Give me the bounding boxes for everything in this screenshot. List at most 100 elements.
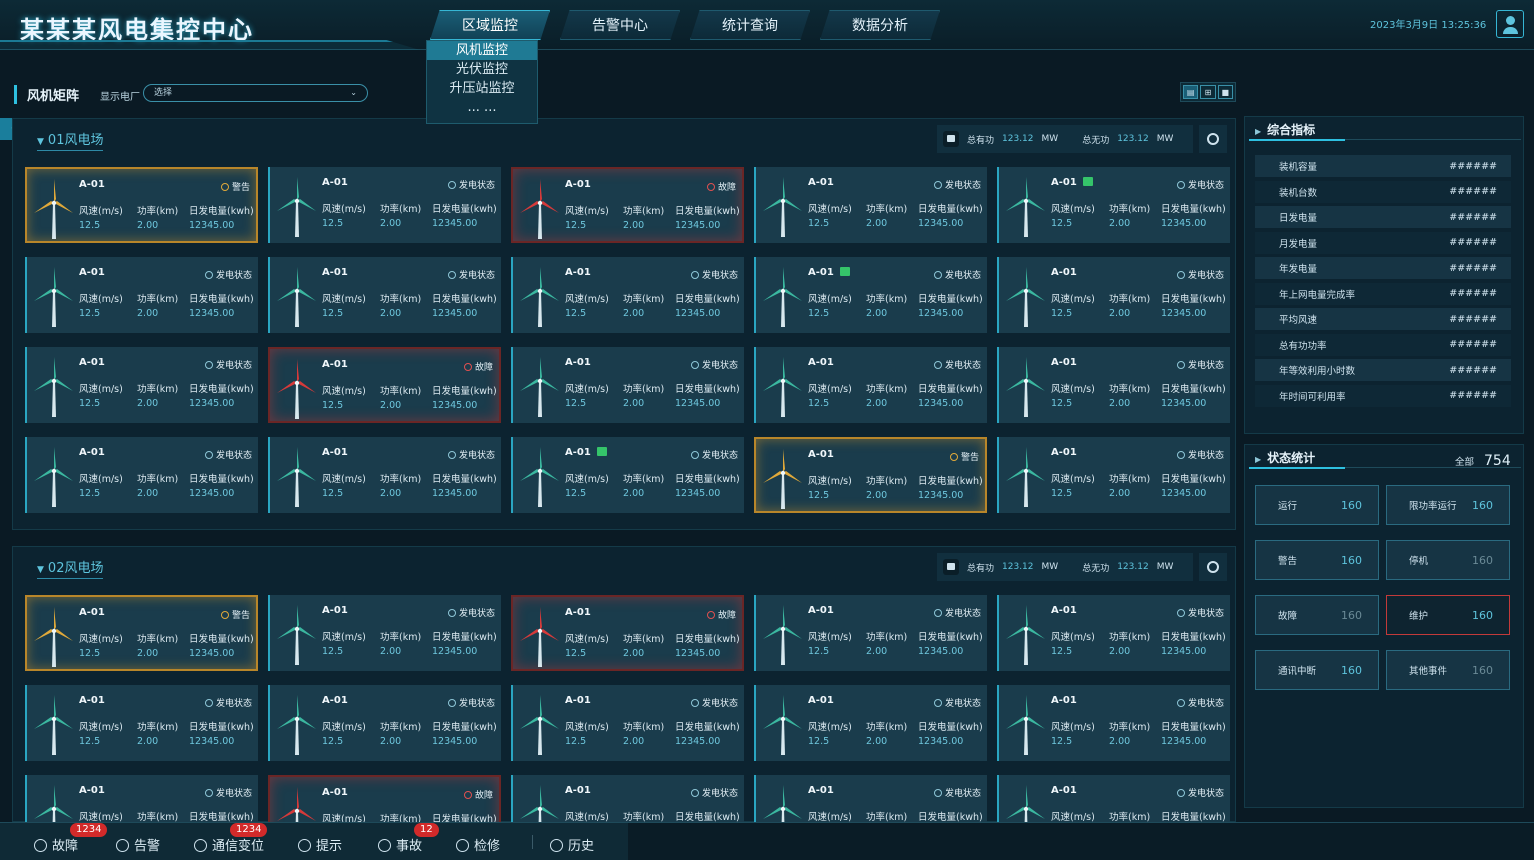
status-icon: [690, 789, 699, 797]
status-filter-button[interactable]: 通讯中断 160: [1255, 650, 1379, 690]
power-label: 功率(km): [137, 294, 179, 305]
nav-tab-region-monitor[interactable]: 区域监控: [430, 10, 550, 40]
dropdown-item-turbine-monitor[interactable]: 风机监控: [427, 41, 537, 60]
view-grid-icon[interactable]: ⊞: [1200, 85, 1216, 99]
turbine-card[interactable]: A-01 发电状态风速(m/s) 功率(km) 日发电量(kwh) 12.5 2.00 12…: [997, 167, 1230, 243]
turbine-card[interactable]: A-01 发电状态风速(m/s) 功率(km) 日发电量(kwh) 12.5 2.00 12…: [25, 437, 258, 513]
turbine-card[interactable]: A-01 发电状态风速(m/s) 功率(km) 日发电量(kwh) 12.5 2.00 12…: [997, 437, 1230, 513]
turbine-card[interactable]: A-01 发电状态风速(m/s) 功率(km) 日发电量(kwh) 12.5 2.00 12…: [268, 685, 501, 761]
farm-settings-button[interactable]: [1199, 553, 1227, 581]
nav-tab-alarm-center[interactable]: 告警中心: [560, 10, 680, 40]
bottom-tab[interactable]: 告警: [116, 835, 160, 854]
wind-turbine-icon: [33, 355, 75, 417]
turbine-card[interactable]: A-01 发电状态风速(m/s) 功率(km) 日发电量(kwh) 12.5 2.00 12…: [754, 167, 987, 243]
bottom-tab[interactable]: 历史: [550, 835, 594, 854]
power-label: 功率(km): [623, 206, 665, 217]
turbine-card[interactable]: A-01 发电状态风速(m/s) 功率(km) 日发电量(kwh) 12.5 2.00 12…: [511, 257, 744, 333]
user-icon[interactable]: [1496, 10, 1524, 38]
speed-value: 12.5: [1051, 308, 1073, 319]
turbine-card[interactable]: A-01 故障风速(m/s) 功率(km) 日发电量(kwh) 12.5 2.00 1234…: [511, 595, 744, 671]
turbine-card[interactable]: A-01 故障风速(m/s) 功率(km) 日发电量(kwh) 12.5 2.00 1234…: [268, 347, 501, 423]
turbine-name: A-01: [565, 267, 591, 278]
turbine-status: 警告: [949, 450, 979, 463]
turbine-card[interactable]: A-01 发电状态风速(m/s) 功率(km) 日发电量(kwh) 12.5 2.00 12…: [754, 685, 987, 761]
turbine-card[interactable]: A-01 发电状态风速(m/s) 功率(km) 日发电量(kwh) 12.5 2.00 12…: [997, 595, 1230, 671]
summary-panel: 综合指标 装机容量 ###### 装机台数 ###### 日发电量 ###### 月发电量 #…: [1244, 116, 1524, 434]
turbine-card[interactable]: A-01 警告 风速(m/s) 功率(km) 日发电量(kwh) 12.5 2.00 1234…: [25, 595, 258, 671]
turbine-card[interactable]: A-01 发电状态风速(m/s) 功率(km) 日发电量(kwh) 12.5 2.00 12…: [754, 595, 987, 671]
energy-label: 日发电量(kwh): [918, 384, 983, 395]
dropdown-item-substation-monitor[interactable]: 升压站监控: [427, 79, 537, 98]
turbine-card[interactable]: A-01 发电状态风速(m/s) 功率(km) 日发电量(kwh) 12.5 2.00 12…: [25, 685, 258, 761]
metric-label: 年发电量: [1279, 264, 1318, 275]
status-filter-button[interactable]: 运行 160: [1255, 485, 1379, 525]
wind-turbine-icon: [276, 357, 318, 419]
turbine-name: A-01: [808, 785, 834, 796]
speed-value: 12.5: [565, 220, 587, 231]
power-label: 功率(km): [380, 386, 422, 397]
active-power-label: 总有功: [967, 135, 995, 146]
energy-value: 12345.00: [1161, 736, 1207, 747]
turbine-card[interactable]: A-01 发电状态风速(m/s) 功率(km) 日发电量(kwh) 12.5 2.00 12…: [268, 437, 501, 513]
view-block-icon[interactable]: ■: [1217, 85, 1233, 99]
turbine-card[interactable]: A-01 发电状态风速(m/s) 功率(km) 日发电量(kwh) 12.5 2.00 12…: [268, 167, 501, 243]
farm-title[interactable]: ▼ 01风电场: [37, 129, 104, 151]
turbine-card[interactable]: A-01 警告 风速(m/s) 功率(km) 日发电量(kwh) 12.5 2.00 1234…: [754, 437, 987, 513]
dropdown-item-more[interactable]: ... ...: [427, 98, 537, 117]
power-value: 2.00: [623, 398, 645, 409]
bottom-tab[interactable]: 检修: [456, 835, 500, 854]
power-label: 功率(km): [1109, 204, 1151, 215]
turbine-card[interactable]: A-01 发电状态风速(m/s) 功率(km) 日发电量(kwh) 12.5 2.00 12…: [25, 257, 258, 333]
turbine-card[interactable]: A-01 发电状态风速(m/s) 功率(km) 日发电量(kwh) 12.5 2.00 12…: [754, 257, 987, 333]
nav-tab-data-analysis[interactable]: 数据分析: [820, 10, 940, 40]
bottom-tab[interactable]: 提示: [298, 835, 342, 854]
speed-value: 12.5: [322, 400, 344, 411]
bottom-tab[interactable]: 故障: [34, 835, 78, 854]
status-filter-button[interactable]: 维护 160: [1386, 595, 1510, 635]
status-total: 全部 754: [1455, 453, 1511, 469]
turbine-card[interactable]: A-01 发电状态风速(m/s) 功率(km) 日发电量(kwh) 12.5 2.00 12…: [511, 437, 744, 513]
turbine-card[interactable]: A-01 发电状态风速(m/s) 功率(km) 日发电量(kwh) 12.5 2.00 12…: [268, 257, 501, 333]
plant-select[interactable]: 选择 ⌄: [143, 84, 368, 102]
nav-tab-statistics[interactable]: 统计查询: [690, 10, 810, 40]
turbine-card[interactable]: A-01 警告 风速(m/s) 功率(km) 日发电量(kwh) 12.5 2.00 1234…: [25, 167, 258, 243]
turbine-name: A-01: [565, 607, 591, 618]
turbine-card[interactable]: A-01 发电状态风速(m/s) 功率(km) 日发电量(kwh) 12.5 2.00 12…: [997, 685, 1230, 761]
turbine-card[interactable]: A-01 发电状态风速(m/s) 功率(km) 日发电量(kwh) 12.5 2.00 12…: [754, 347, 987, 423]
bottom-tab[interactable]: 通信变位: [194, 835, 264, 854]
turbine-status: 发电状态: [1176, 448, 1224, 461]
status-filter-button[interactable]: 其他事件 160: [1386, 650, 1510, 690]
status-icon: [220, 611, 229, 619]
turbine-card[interactable]: A-01 发电状态风速(m/s) 功率(km) 日发电量(kwh) 12.5 2.00 12…: [25, 347, 258, 423]
status-filter-button[interactable]: 限功率运行 160: [1386, 485, 1510, 525]
metric-row: 年时间可利用率 ######: [1255, 384, 1511, 407]
turbine-card[interactable]: A-01 发电状态风速(m/s) 功率(km) 日发电量(kwh) 12.5 2.00 12…: [997, 257, 1230, 333]
speed-label: 风速(m/s): [322, 204, 366, 215]
turbine-card[interactable]: A-01 发电状态风速(m/s) 功率(km) 日发电量(kwh) 12.5 2.00 12…: [997, 347, 1230, 423]
status-filter-button[interactable]: 故障 160: [1255, 595, 1379, 635]
status-filter-button[interactable]: 警告 160: [1255, 540, 1379, 580]
power-label: 功率(km): [623, 634, 665, 645]
speed-label: 风速(m/s): [79, 384, 123, 395]
speed-label: 风速(m/s): [565, 206, 609, 217]
view-list-icon[interactable]: ▤: [1183, 85, 1199, 99]
status-icon: [1176, 609, 1185, 617]
power-value: 2.00: [137, 648, 159, 659]
turbine-card[interactable]: A-01 发电状态风速(m/s) 功率(km) 日发电量(kwh) 12.5 2.00 12…: [511, 685, 744, 761]
status-icon: [690, 699, 699, 707]
section-title: 风机矩阵: [14, 85, 79, 104]
turbine-card[interactable]: A-01 发电状态风速(m/s) 功率(km) 日发电量(kwh) 12.5 2.00 12…: [511, 347, 744, 423]
energy-label: 日发电量(kwh): [918, 476, 983, 487]
turbine-card[interactable]: A-01 故障风速(m/s) 功率(km) 日发电量(kwh) 12.5 2.00 1234…: [511, 167, 744, 243]
power-value: 2.00: [866, 308, 888, 319]
farm-title[interactable]: ▼ 02风电场: [37, 557, 104, 579]
turbine-card[interactable]: A-01 发电状态风速(m/s) 功率(km) 日发电量(kwh) 12.5 2.00 12…: [268, 595, 501, 671]
dropdown-item-pv-monitor[interactable]: 光伏监控: [427, 60, 537, 79]
turbine-name: A-01: [1051, 177, 1077, 188]
reactive-power-value: 123.12: [1117, 134, 1149, 144]
energy-label: 日发电量(kwh): [432, 204, 497, 215]
farm-settings-button[interactable]: [1199, 125, 1227, 153]
speed-value: 12.5: [79, 308, 101, 319]
status-filter-button[interactable]: 停机 160: [1386, 540, 1510, 580]
bottom-tab[interactable]: 事故: [378, 835, 422, 854]
